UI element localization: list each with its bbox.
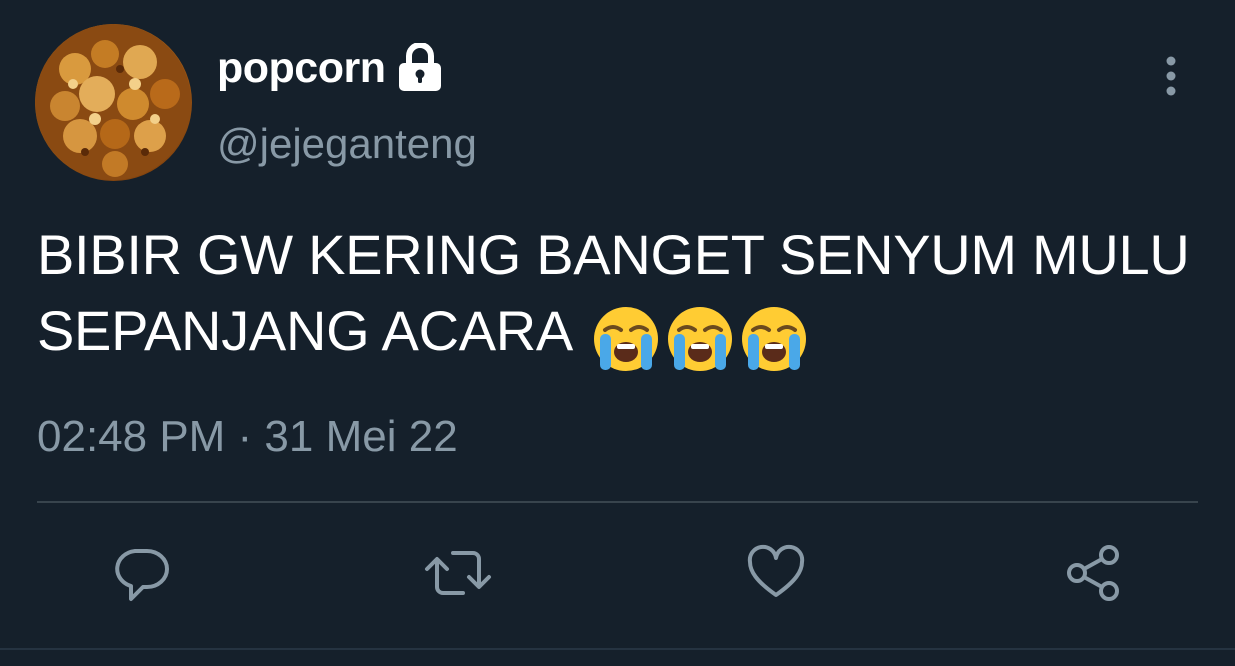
retweet-button[interactable] bbox=[423, 540, 493, 610]
loudly-crying-face-icon bbox=[591, 304, 661, 374]
tweet-timestamp[interactable]: 02:48 PM · 31 Mei 22 bbox=[37, 412, 458, 462]
user-handle[interactable]: @jejeganteng bbox=[217, 120, 477, 168]
bottom-divider bbox=[0, 648, 1235, 650]
divider bbox=[37, 501, 1198, 503]
retweet-icon bbox=[423, 543, 493, 608]
popcorn-avatar-image bbox=[35, 24, 191, 180]
display-name-row: popcorn bbox=[217, 40, 443, 96]
loudly-crying-face-icon bbox=[665, 304, 735, 374]
loudly-crying-face-icon bbox=[739, 304, 809, 374]
lock-icon bbox=[397, 42, 443, 93]
share-icon bbox=[1063, 543, 1123, 608]
more-vertical-icon[interactable] bbox=[1156, 55, 1186, 99]
avatar[interactable] bbox=[35, 24, 192, 181]
share-button[interactable] bbox=[1058, 540, 1128, 610]
tweet-text: BIBIR GW KERING BANGET SENYUM MULU SEPAN… bbox=[37, 217, 1197, 374]
heart-icon bbox=[746, 543, 806, 608]
comment-icon bbox=[111, 543, 171, 608]
emoji-group bbox=[591, 297, 813, 374]
like-button[interactable] bbox=[741, 540, 811, 610]
reply-button[interactable] bbox=[106, 540, 176, 610]
display-name[interactable]: popcorn bbox=[217, 44, 386, 93]
tweet-card: popcorn @jejeganteng BIBIR GW KERING BAN… bbox=[0, 0, 1235, 666]
